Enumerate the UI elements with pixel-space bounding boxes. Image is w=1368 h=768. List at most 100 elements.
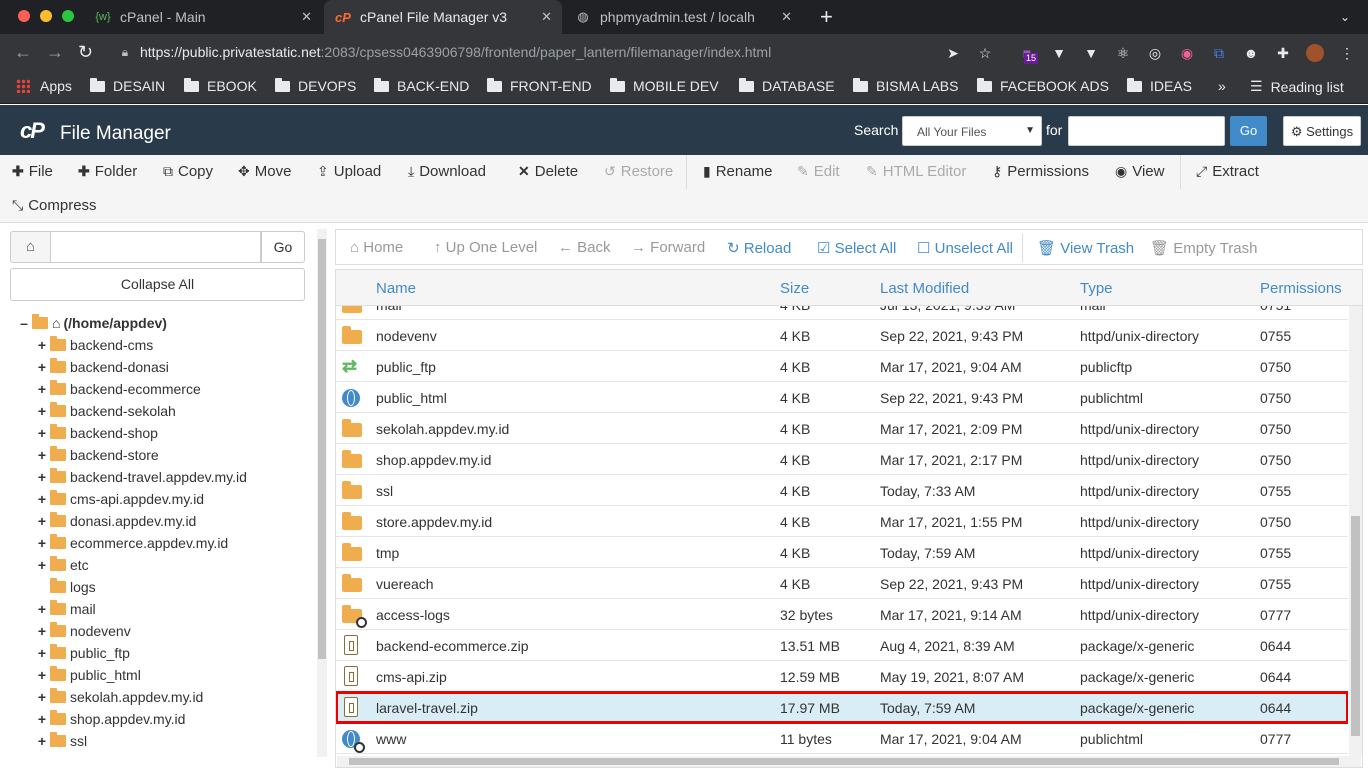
table-row[interactable]: vuereach 4 KB Sep 22, 2021, 9:43 PM httpd/u…	[336, 568, 1348, 599]
extension-badge-icon[interactable]: ■15	[1018, 44, 1039, 64]
tree-item[interactable]: + donasi.appdev.my.id	[36, 510, 196, 532]
expand-icon[interactable]: +	[36, 645, 48, 661]
tree-item[interactable]: + mail	[36, 598, 96, 620]
horizontal-scrollbar[interactable]	[337, 756, 1361, 767]
expand-icon[interactable]: +	[36, 689, 48, 705]
forward-button[interactable]: → Forward	[631, 239, 705, 256]
tree-item[interactable]: + cms-api.appdev.my.id	[36, 488, 204, 510]
translate-icon[interactable]: ⧉	[1210, 44, 1228, 62]
tree-item[interactable]: + nodevenv	[36, 620, 131, 642]
copy-button[interactable]: ⧉ Copy	[163, 163, 213, 180]
browser-tab-phpmyadmin[interactable]: ◍ phpmyadmin.test / localh ✕	[564, 0, 802, 34]
star-icon[interactable]: ☆	[976, 44, 994, 62]
close-tab-icon[interactable]: ✕	[541, 9, 552, 25]
tree-scrollbar[interactable]	[317, 229, 327, 757]
table-row[interactable]: cms-api.zip 12.59 MB May 19, 2021, 8:07 AM…	[336, 661, 1348, 692]
column-header-name[interactable]: Name	[376, 280, 416, 297]
table-row[interactable]: sekolah.appdev.my.id 4 KB Mar 17, 2021, 2:…	[336, 413, 1348, 444]
restore-button[interactable]: ↺ Restore	[604, 163, 673, 180]
tree-item[interactable]: + backend-ecommerce	[36, 378, 201, 400]
tree-item[interactable]: + shop.appdev.my.id	[36, 708, 185, 730]
bookmark-folder-front-end[interactable]: FRONT-END	[487, 77, 592, 94]
url-field[interactable]: 🔒︎ https://public.privatestatic.net :208…	[110, 38, 930, 66]
tab-search-icon[interactable]: ⌄	[1330, 0, 1360, 34]
tree-item[interactable]: + backend-store	[36, 444, 159, 466]
new-file-button[interactable]: ✚ File	[12, 163, 53, 180]
path-go-button[interactable]: Go	[261, 231, 305, 263]
back-arrow-icon[interactable]: ←	[14, 42, 32, 62]
expand-icon[interactable]: +	[36, 403, 48, 419]
menu-kebab-icon[interactable]: ⋮	[1338, 44, 1356, 62]
search-input[interactable]	[1068, 116, 1225, 146]
maximize-window-button[interactable]	[62, 10, 74, 22]
bookmark-folder-back-end[interactable]: BACK-END	[374, 77, 469, 94]
bookmarks-more-button[interactable]: »	[1218, 78, 1226, 94]
tree-item[interactable]: + backend-shop	[36, 422, 158, 444]
table-row[interactable]: ⇄ public_ftp 4 KB Mar 17, 2021, 9:04 AM publ…	[336, 351, 1348, 382]
expand-icon[interactable]: +	[36, 733, 48, 749]
tree-item[interactable]: + ssl	[36, 730, 87, 752]
tree-item[interactable]: + sekolah.appdev.my.id	[36, 686, 203, 708]
expand-icon[interactable]: +	[36, 601, 48, 617]
ghost-icon[interactable]: ☻	[1242, 44, 1260, 62]
bookmark-folder-database[interactable]: DATABASE	[739, 77, 835, 94]
column-header-permissions[interactable]: Permissions	[1260, 280, 1342, 297]
table-row[interactable]: public_html 4 KB Sep 22, 2021, 9:43 PM publ…	[336, 382, 1348, 413]
bookmark-folder-ebook[interactable]: EBOOK	[184, 77, 257, 94]
close-tab-icon[interactable]: ✕	[301, 9, 312, 25]
bookmark-folder-desain[interactable]: DESAIN	[90, 77, 165, 94]
avatar[interactable]	[1306, 44, 1324, 62]
up-one-level-button[interactable]: ↑ Up One Level	[434, 239, 537, 256]
column-header-last-modified[interactable]: Last Modified	[880, 280, 969, 297]
html-editor-button[interactable]: ✎ HTML Editor	[866, 163, 966, 180]
new-tab-button[interactable]: +	[810, 0, 843, 34]
collapse-icon[interactable]: –	[18, 315, 30, 331]
horizontal-scrollbar-thumb[interactable]	[349, 758, 1339, 765]
column-header-size[interactable]: Size	[780, 280, 809, 297]
upload-button[interactable]: ⇪ Upload	[317, 163, 381, 180]
expand-icon[interactable]: +	[36, 359, 48, 375]
home-button[interactable]: ⌂ Home	[350, 239, 403, 256]
react-devtools-icon[interactable]: ⚛	[1114, 44, 1132, 62]
tree-item[interactable]: + etc	[36, 554, 89, 576]
view-trash-button[interactable]: 🗑︎ View Trash	[1037, 239, 1134, 257]
column-header-type[interactable]: Type	[1080, 280, 1113, 297]
table-row[interactable]: backend-ecommerce.zip 13.51 MB Aug 4, 2021…	[336, 630, 1348, 661]
tree-item[interactable]: + backend-travel.appdev.my.id	[36, 466, 247, 488]
expand-icon[interactable]: +	[36, 381, 48, 397]
tree-item[interactable]: + backend-donasi	[36, 356, 169, 378]
rename-button[interactable]: ▮ Rename	[703, 163, 772, 180]
unselect-all-button[interactable]: ☐ Unselect All	[917, 239, 1013, 257]
table-row[interactable]: www 11 bytes Mar 17, 2021, 9:04 AM publicht…	[336, 723, 1348, 754]
table-row[interactable]: store.appdev.my.id 4 KB Mar 17, 2021, 1:55…	[336, 506, 1348, 537]
settings-button[interactable]: ⚙ Settings	[1283, 116, 1361, 146]
download-button[interactable]: ⤓ Download	[408, 163, 486, 180]
close-tab-icon[interactable]: ✕	[781, 9, 792, 25]
expand-icon[interactable]: +	[36, 557, 48, 573]
tree-item[interactable]: + public_ftp	[36, 642, 130, 664]
expand-icon[interactable]: +	[36, 667, 48, 683]
back-button[interactable]: ← Back	[558, 239, 611, 256]
expand-icon[interactable]: +	[36, 513, 48, 529]
search-go-button[interactable]: Go	[1230, 116, 1267, 146]
edit-button[interactable]: ✎ Edit	[797, 163, 840, 180]
tree-scrollbar-thumb[interactable]	[318, 239, 326, 659]
colorful-extension-icon[interactable]: ◉	[1178, 44, 1196, 62]
move-button[interactable]: ✥ Move	[238, 163, 291, 180]
table-row[interactable]: mail 4 KB Jul 13, 2021, 9:39 AM mail 0751	[336, 306, 1348, 320]
tree-item[interactable]: + backend-cms	[36, 334, 153, 356]
table-row[interactable]: tmp 4 KB Today, 7:59 AM httpd/unix-director…	[336, 537, 1348, 568]
bookmark-folder-facebook-ads[interactable]: FACEBOOK ADS	[977, 77, 1109, 94]
vue-devtools-icon[interactable]: ▼	[1050, 44, 1068, 62]
tree-item[interactable]: + backend-sekolah	[36, 400, 176, 422]
path-input[interactable]	[51, 231, 261, 263]
send-icon[interactable]: ➤	[944, 44, 962, 62]
cpanel-logo-icon[interactable]: cP	[20, 118, 45, 144]
vue-devtools-2-icon[interactable]: ▼	[1082, 44, 1100, 62]
target-icon[interactable]: ◎	[1146, 44, 1164, 62]
empty-trash-button[interactable]: 🗑︎ Empty Trash	[1150, 239, 1257, 257]
reload-icon[interactable]: ↻	[78, 42, 93, 62]
expand-icon[interactable]: +	[36, 535, 48, 551]
home-icon[interactable]: ⌂	[10, 231, 51, 263]
bookmark-folder-bisma-labs[interactable]: BISMA LABS	[853, 77, 958, 94]
